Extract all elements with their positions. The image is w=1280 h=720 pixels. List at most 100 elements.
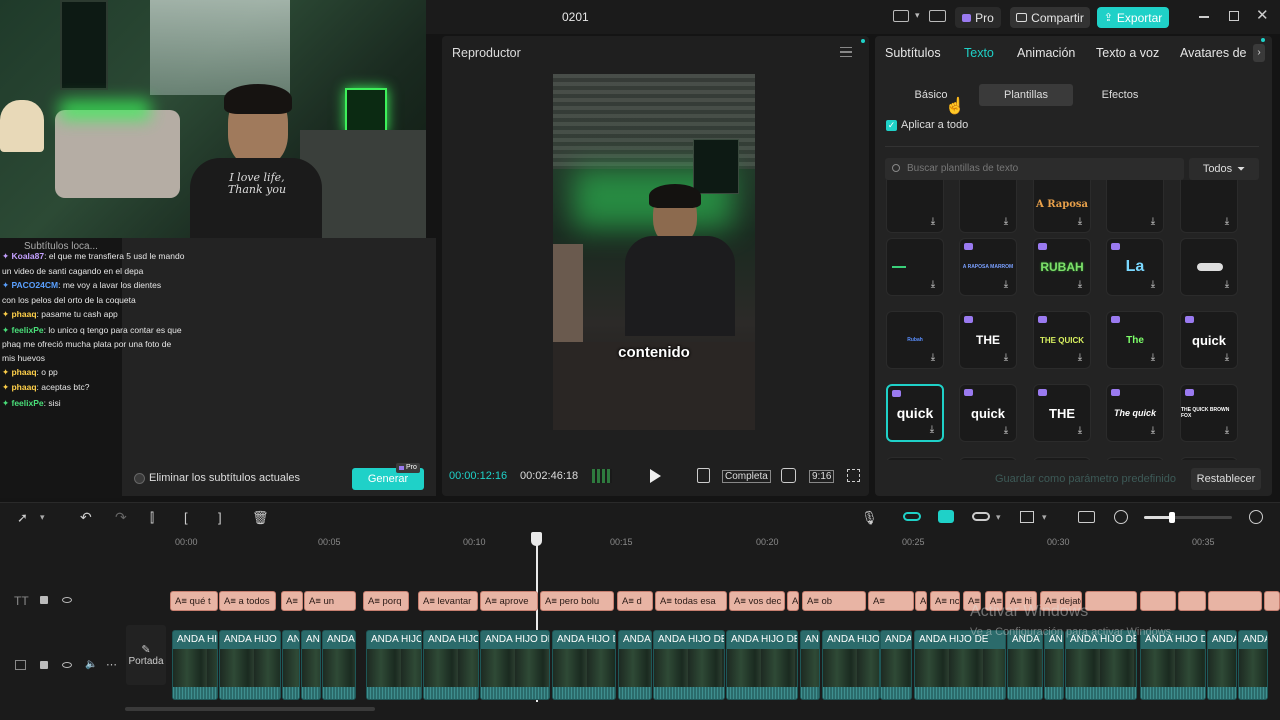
download-icon[interactable]: ⤓ [1147,352,1159,364]
template-tile[interactable] [886,457,944,460]
pro-button[interactable]: Pro [955,7,1001,28]
video-clip[interactable]: ANDA HIJO DE [1065,630,1137,700]
tabs-next-icon[interactable]: › [1253,44,1265,62]
text-clip[interactable]: A≡ [915,591,927,611]
text-clip[interactable] [1264,591,1280,611]
template-tile[interactable]: A RAPOSA MARROM ⤓ [959,238,1017,296]
download-icon[interactable]: ⤓ [1221,216,1233,228]
apply-all-checkbox[interactable]: ✓ [886,120,897,131]
subtab-plantillas[interactable]: Plantillas [979,84,1073,106]
template-tile[interactable]: The ⤓ [1106,311,1164,369]
eye-icon[interactable] [62,597,72,603]
text-clip[interactable]: A≡ qué t [170,591,218,611]
maximize-icon[interactable] [1229,11,1239,21]
text-clip[interactable]: A≡ a todos [219,591,276,611]
text-clip[interactable]: A≡ vos dec [729,591,785,611]
redo-icon[interactable]: ↷ [115,509,127,526]
download-icon[interactable]: ⤓ [1074,352,1086,364]
play-icon[interactable] [650,469,661,483]
template-tile[interactable]: RUBAH ⤓ [1033,238,1091,296]
download-icon[interactable]: ⤓ [1000,352,1012,364]
video-clip[interactable]: ANDA HIJO DE [726,630,798,700]
layout-icon[interactable] [893,10,909,22]
template-tile[interactable]: La ⤓ [1106,238,1164,296]
chevron-down-icon[interactable]: ▾ [1042,512,1047,523]
download-icon[interactable]: ⤓ [927,279,939,291]
magnet-icon[interactable] [938,510,954,523]
video-clip[interactable]: ANDA HIJO DE [653,630,725,700]
fullscreen-option-icon[interactable] [697,468,710,483]
zoom-in-icon[interactable] [1249,510,1263,524]
video-clip[interactable]: ANDA HIJO DE [480,630,550,700]
text-clip[interactable]: A≡ pero bolu [540,591,614,611]
text-clip[interactable]: A≡ d [617,591,653,611]
cover-button[interactable]: ✎ Portada [126,625,166,685]
template-tile[interactable] [1033,457,1091,460]
text-clip[interactable] [1208,591,1262,611]
template-tile[interactable]: ⤓ [886,180,944,233]
chevron-down-icon[interactable]: ▾ [996,512,1001,523]
minimize-icon[interactable] [1199,16,1209,18]
zoom-slider-handle[interactable] [1169,512,1175,523]
undo-icon[interactable]: ↶ [80,509,92,526]
preview-axis-icon[interactable] [1020,511,1034,523]
text-clip[interactable]: A≡ aprove [480,591,538,611]
template-tile[interactable]: A Raposa ⤓ [1033,180,1091,233]
download-icon[interactable]: ⤓ [1147,279,1159,291]
microphone-icon[interactable]: 🎙 [861,510,878,526]
text-clip[interactable]: A≡ un [304,591,356,611]
download-icon[interactable]: ⤓ [1000,425,1012,437]
trim-right-icon[interactable]: ] [218,510,222,525]
text-clip[interactable]: A≡ ob [802,591,866,611]
chevron-down-icon[interactable]: ▾ [915,10,920,21]
video-clip[interactable]: AN [800,630,820,700]
link-icon[interactable] [903,512,921,521]
text-clip[interactable]: A≡ [281,591,303,611]
template-tile[interactable]: The quick ⤓ [1106,384,1164,442]
video-clip[interactable]: ANDA HIJO DE [822,630,880,700]
download-icon[interactable]: ⤓ [1074,279,1086,291]
template-tile[interactable] [1106,457,1164,460]
template-tile[interactable]: ⤓ [1180,180,1238,233]
template-tile[interactable] [959,457,1017,460]
text-clip[interactable]: A≡ pero igu [787,591,799,611]
tab-animación[interactable]: Animación [1017,46,1075,60]
save-preset-button[interactable]: Guardar como parámetro predefinido [995,473,1176,485]
video-clip[interactable]: AN [282,630,300,700]
zoom-out-icon[interactable] [1114,510,1128,524]
download-icon[interactable]: ⤓ [1221,279,1233,291]
more-icon[interactable]: ⋯ [106,658,117,671]
video-clip[interactable]: ANDA HI [172,630,218,700]
keyboard-icon[interactable] [929,10,946,22]
split-icon[interactable]: ⫿ [150,510,154,526]
template-tile[interactable]: ⤓ [1106,180,1164,233]
download-icon[interactable]: ⤓ [1074,425,1086,437]
tab-avatares-de[interactable]: Avatares de [1180,46,1246,60]
download-icon[interactable]: ⤓ [1147,425,1159,437]
search-input[interactable]: Buscar plantillas de texto [885,158,1184,180]
crop-icon[interactable] [781,468,796,483]
caption-icon[interactable] [1078,511,1095,523]
download-icon[interactable]: ⤓ [1221,425,1233,437]
video-clip[interactable]: ANDA HI [1207,630,1237,700]
template-tile[interactable]: quick ⤓ [886,384,944,442]
template-tile[interactable]: ⤓ [886,238,944,296]
template-tile[interactable]: quick ⤓ [1180,311,1238,369]
lock-icon[interactable] [40,596,48,604]
chevron-down-icon[interactable]: ▾ [40,512,45,523]
video-clip[interactable]: ANDA HIJO DE [366,630,422,700]
template-tile[interactable]: Rubah ⤓ [886,311,944,369]
share-button[interactable]: Compartir [1010,7,1090,28]
filter-button[interactable]: Todos ⏷ [1189,158,1259,180]
video-clip[interactable]: ANDA HI [1238,630,1268,700]
video-clip[interactable]: ANDA HIJO DE [1140,630,1206,700]
template-tile[interactable]: THE QUICK ⤓ [1033,311,1091,369]
subtab-efectos[interactable]: Efectos [1075,84,1165,106]
export-button[interactable]: ⇪ Exportar [1097,7,1169,28]
video-clip[interactable]: ANDA HI [880,630,912,700]
download-icon[interactable]: ⤓ [927,216,939,228]
video-clip[interactable]: ANDA HIJO DE [552,630,616,700]
text-clip[interactable]: A≡ porq [363,591,409,611]
expand-icon[interactable] [847,469,860,482]
tab-texto[interactable]: Texto [964,46,994,60]
